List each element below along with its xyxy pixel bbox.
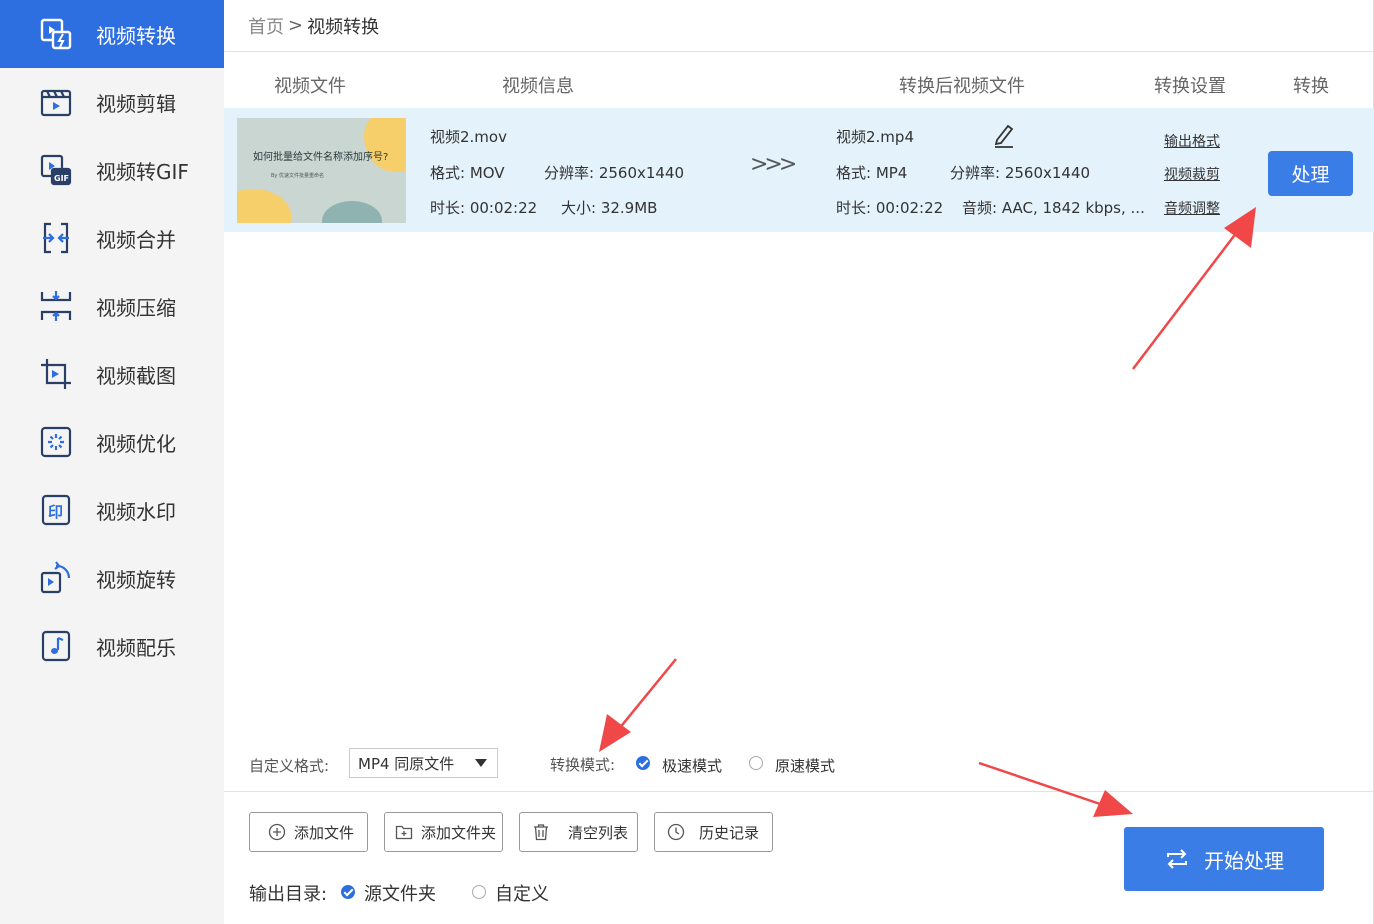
start-process-label: 开始处理 xyxy=(1204,848,1284,873)
history-label: 历史记录 xyxy=(699,823,760,842)
stamp-icon: 印 xyxy=(38,492,74,528)
sidebar-item-video-music[interactable]: 视频配乐 xyxy=(0,612,224,680)
process-button[interactable]: 处理 xyxy=(1268,151,1353,196)
source-resolution: 分辨率: 2560x1440 xyxy=(544,164,685,182)
sidebar-item-label: 视频压缩 xyxy=(96,295,176,320)
sidebar-item-label: 视频截图 xyxy=(96,363,176,388)
sidebar-item-video-compress[interactable]: 视频压缩 xyxy=(0,272,224,340)
breadcrumb-separator: > xyxy=(288,15,304,36)
start-process-button[interactable]: 开始处理 xyxy=(1124,827,1324,891)
sidebar-item-label: 视频优化 xyxy=(96,431,176,456)
video-thumbnail[interactable]: 如何批量给文件名称添加序号? By 优速文件批量重命名 xyxy=(237,118,406,223)
breadcrumb-home[interactable]: 首页 xyxy=(248,13,284,39)
target-duration: 时长: 00:02:22 xyxy=(836,199,944,217)
divider xyxy=(224,791,1374,792)
sparkle-icon xyxy=(38,424,74,460)
crop-icon xyxy=(38,356,74,392)
convert-arrow-icon: >>> xyxy=(750,152,797,177)
sidebar-item-video-optimize[interactable]: 视频优化 xyxy=(0,408,224,476)
column-header-output: 转换后视频文件 xyxy=(899,76,1025,97)
sidebar-item-video-watermark[interactable]: 印 视频水印 xyxy=(0,476,224,544)
source-format: 格式: MOV xyxy=(430,164,505,182)
trash-icon xyxy=(534,824,548,841)
add-file-label: 添加文件 xyxy=(294,823,355,842)
edit-pencil-icon[interactable] xyxy=(992,122,1016,148)
convert-mode-label: 转换模式: xyxy=(550,756,616,774)
svg-text:印: 印 xyxy=(48,503,63,521)
source-file-name: 视频2.mov xyxy=(430,128,507,146)
rotate-icon xyxy=(38,560,74,596)
mode-fast-label[interactable]: 极速模式 xyxy=(662,755,722,776)
sidebar-item-label: 视频水印 xyxy=(96,499,176,524)
folder-plus-icon xyxy=(395,825,413,840)
mode-fast-radio[interactable] xyxy=(636,756,650,770)
svg-text:GIF: GIF xyxy=(54,174,69,183)
format-select-value: MP4 同原文件 xyxy=(358,754,455,773)
sidebar-item-label: 视频剪辑 xyxy=(96,91,176,116)
output-format-link[interactable]: 输出格式 xyxy=(1164,131,1220,151)
column-header-info: 视频信息 xyxy=(502,76,574,97)
video-crop-link[interactable]: 视频裁剪 xyxy=(1164,164,1220,184)
mode-original-radio[interactable] xyxy=(749,756,763,770)
sidebar-item-label: 视频转GIF xyxy=(96,159,189,184)
format-select[interactable]: MP4 同原文件 xyxy=(349,748,498,778)
video-convert-icon xyxy=(38,16,74,52)
clapperboard-icon xyxy=(38,84,74,120)
column-header-settings: 转换设置 xyxy=(1154,76,1226,97)
main-panel: 首页 > 视频转换 视频文件 视频信息 转换后视频文件 转换设置 转换 如何批量… xyxy=(224,0,1374,924)
sidebar-item-label: 视频配乐 xyxy=(96,635,176,660)
sidebar-item-video-screenshot[interactable]: 视频截图 xyxy=(0,340,224,408)
music-note-icon xyxy=(38,628,74,664)
output-source-folder-radio[interactable] xyxy=(341,885,355,899)
mode-original-label[interactable]: 原速模式 xyxy=(775,755,835,776)
breadcrumb: 首页 > 视频转换 xyxy=(224,0,1373,52)
add-folder-label: 添加文件夹 xyxy=(421,823,497,842)
column-header-file: 视频文件 xyxy=(274,76,346,97)
target-format: 格式: MP4 xyxy=(836,164,908,182)
history-button[interactable]: 历史记录 xyxy=(654,812,773,852)
source-duration: 时长: 00:02:22 xyxy=(430,199,538,217)
sidebar-item-video-edit[interactable]: 视频剪辑 xyxy=(0,68,224,136)
thumbnail-subtitle: By 优速文件批量重命名 xyxy=(271,173,324,179)
add-file-button[interactable]: 添加文件 xyxy=(249,812,368,852)
output-dir-label: 输出目录: xyxy=(249,884,328,905)
clear-list-button[interactable]: 清空列表 xyxy=(519,812,638,852)
compress-icon xyxy=(38,288,74,324)
sidebar-item-label: 视频合并 xyxy=(96,227,176,252)
add-folder-button[interactable]: 添加文件夹 xyxy=(384,812,503,852)
sidebar: 视频转换 视频剪辑 GIF 视频转GIF 视频合并 视频压缩 视频截图 视频优化… xyxy=(0,0,224,924)
sidebar-item-label: 视频转换 xyxy=(96,23,176,48)
caret-down-icon xyxy=(475,759,487,767)
target-file-name: 视频2.mp4 xyxy=(836,128,914,146)
output-source-folder-label[interactable]: 源文件夹 xyxy=(364,880,436,906)
merge-icon xyxy=(38,220,74,256)
thumbnail-title: 如何批量给文件名称添加序号? xyxy=(253,152,389,163)
breadcrumb-current: 视频转换 xyxy=(307,16,380,38)
target-resolution: 分辨率: 2560x1440 xyxy=(950,164,1091,182)
sidebar-item-video-rotate[interactable]: 视频旋转 xyxy=(0,544,224,612)
clock-icon xyxy=(667,823,685,841)
output-custom-label[interactable]: 自定义 xyxy=(495,880,549,906)
sidebar-item-video-merge[interactable]: 视频合并 xyxy=(0,204,224,272)
audio-adjust-link[interactable]: 音频调整 xyxy=(1164,198,1220,218)
output-custom-radio[interactable] xyxy=(472,885,486,899)
source-size: 大小: 32.9MB xyxy=(561,199,658,217)
custom-format-label: 自定义格式: xyxy=(249,757,330,775)
plus-circle-icon xyxy=(268,823,286,841)
target-audio: 音频: AAC, 1842 kbps, ... xyxy=(962,199,1145,217)
sidebar-item-label: 视频旋转 xyxy=(96,567,176,592)
clear-list-label: 清空列表 xyxy=(568,823,629,842)
sidebar-item-video-convert[interactable]: 视频转换 xyxy=(0,0,224,68)
gif-convert-icon: GIF xyxy=(38,152,74,188)
repeat-icon xyxy=(1167,849,1187,869)
column-header-convert: 转换 xyxy=(1293,76,1329,97)
sidebar-item-video-gif[interactable]: GIF 视频转GIF xyxy=(0,136,224,204)
